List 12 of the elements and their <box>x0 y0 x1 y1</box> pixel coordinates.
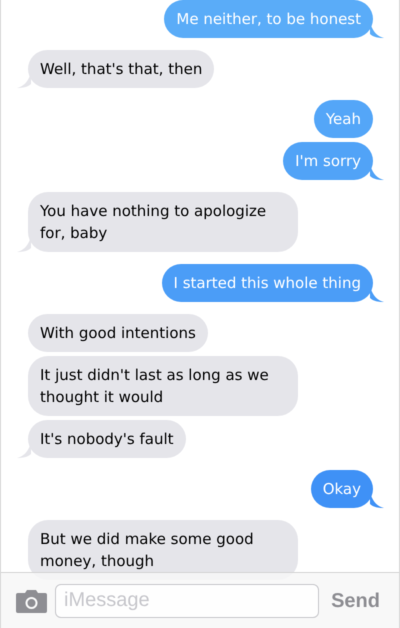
message-bubble: Yeah <box>314 100 373 138</box>
message-bubble: You have nothing to apologize for, baby <box>28 192 298 252</box>
message-bubble: Well, that's that, then <box>28 50 214 88</box>
message-bubble: I'm sorry <box>283 142 373 180</box>
message-bubble: Me neither, to be honest <box>164 0 373 38</box>
message-bubble: I started this whole thing <box>162 264 373 302</box>
camera-icon[interactable] <box>16 588 47 612</box>
message-bubble: It just didn't last as long as we thought it would <box>28 356 298 416</box>
message-bubble: It's nobody's fault <box>28 420 186 458</box>
send-button[interactable]: Send <box>327 586 384 616</box>
message-bubble: Okay <box>310 470 373 508</box>
message-bubble: With good intentions <box>28 314 208 352</box>
